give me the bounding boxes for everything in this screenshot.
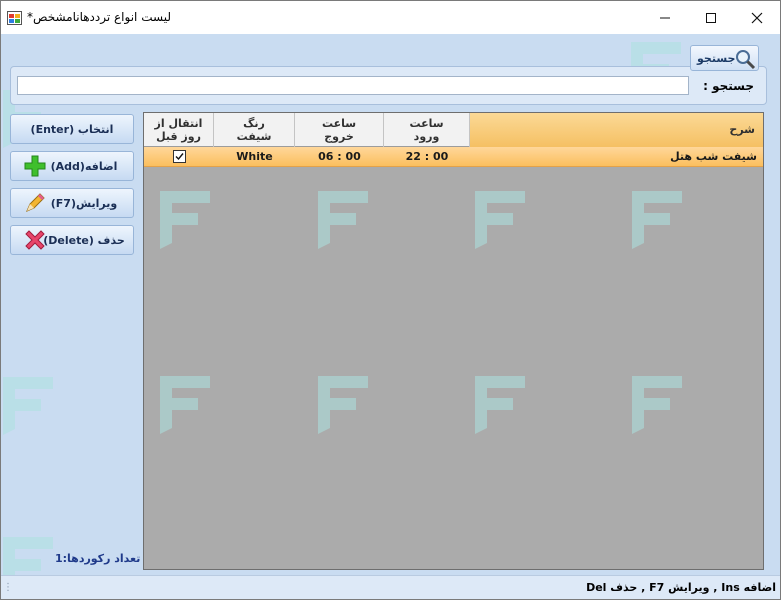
search-panel: جستجو :	[10, 66, 767, 105]
edit-button[interactable]: ویرایش(F7)	[10, 188, 134, 218]
cell-entry: 22 : 00	[405, 150, 449, 163]
select-button-label: انتخاب (Enter)	[30, 122, 114, 136]
column-header-entry[interactable]: ساعت ورود	[384, 113, 470, 147]
maximize-button[interactable]	[688, 1, 734, 34]
watermark-logo	[318, 191, 368, 249]
watermark-logo	[632, 191, 682, 249]
edit-button-label: ویرایش(F7)	[50, 196, 118, 210]
window-title: لیست انواع ترددهانامشخص*	[27, 10, 171, 24]
watermark-logo	[160, 376, 210, 434]
cell-desc: شیفت شب هتل	[670, 150, 757, 163]
search-input[interactable]	[17, 76, 689, 95]
magnifier-icon	[736, 50, 756, 70]
watermark-logo	[475, 376, 525, 434]
plus-icon	[23, 154, 47, 181]
search-button-label: جستجو	[697, 52, 736, 65]
delete-button-label: حذف (Delete)	[43, 233, 125, 247]
data-grid[interactable]: انتقال از روز قبل رنگ شیفت ساعت خروج ساع…	[143, 112, 764, 570]
close-icon	[751, 12, 763, 23]
watermark-logo	[632, 376, 682, 434]
add-button[interactable]: اضافه(Add)	[10, 151, 134, 181]
pencil-icon	[23, 191, 47, 218]
client-area: جستجو : جستجو انتخاب (Enter) اضافه(Add) …	[1, 34, 780, 575]
table-row[interactable]: White 06 : 00 22 : 00 شیفت شب هتل	[144, 147, 763, 167]
watermark-logo	[475, 191, 525, 249]
delete-button[interactable]: حذف (Delete)	[10, 225, 134, 255]
column-header-prev-day[interactable]: انتقال از روز قبل	[144, 113, 214, 147]
record-count: تعداد رکوردها:1	[55, 552, 141, 565]
search-button[interactable]: جستجو	[690, 45, 759, 71]
watermark-logo	[318, 376, 368, 434]
column-header-color[interactable]: رنگ شیفت	[214, 113, 295, 147]
column-header-desc[interactable]: شرح	[470, 113, 763, 147]
app-window: لیست انواع ترددهانامشخص* جستجو : جستجو ا…	[0, 0, 781, 600]
minimize-icon	[660, 17, 670, 18]
prev-day-checkbox[interactable]	[173, 150, 186, 163]
column-header-exit[interactable]: ساعت خروج	[295, 113, 384, 147]
search-label: جستجو :	[703, 79, 754, 93]
checkmark-icon	[175, 153, 184, 161]
title-bar[interactable]: لیست انواع ترددهانامشخص*	[1, 1, 780, 34]
watermark-logo	[160, 191, 210, 249]
watermark-logo	[3, 377, 53, 435]
grid-header: انتقال از روز قبل رنگ شیفت ساعت خروج ساع…	[144, 113, 763, 147]
maximize-icon	[706, 12, 716, 23]
resize-grip-icon[interactable]: ⋮	[3, 582, 13, 593]
cell-prev-day[interactable]	[144, 147, 214, 166]
delete-x-icon	[23, 228, 47, 255]
close-button[interactable]	[734, 1, 780, 34]
watermark-logo	[3, 537, 53, 575]
cell-color: White	[236, 150, 273, 163]
select-button[interactable]: انتخاب (Enter)	[10, 114, 134, 144]
cell-exit: 06 : 00	[318, 150, 361, 163]
minimize-button[interactable]	[642, 1, 688, 34]
status-text: اضافه Ins , ویرایش F7 , حذف Del	[586, 581, 776, 594]
app-icon	[7, 11, 22, 25]
status-bar: ⋮ اضافه Ins , ویرایش F7 , حذف Del	[1, 575, 780, 599]
add-button-label: اضافه(Add)	[50, 159, 118, 173]
